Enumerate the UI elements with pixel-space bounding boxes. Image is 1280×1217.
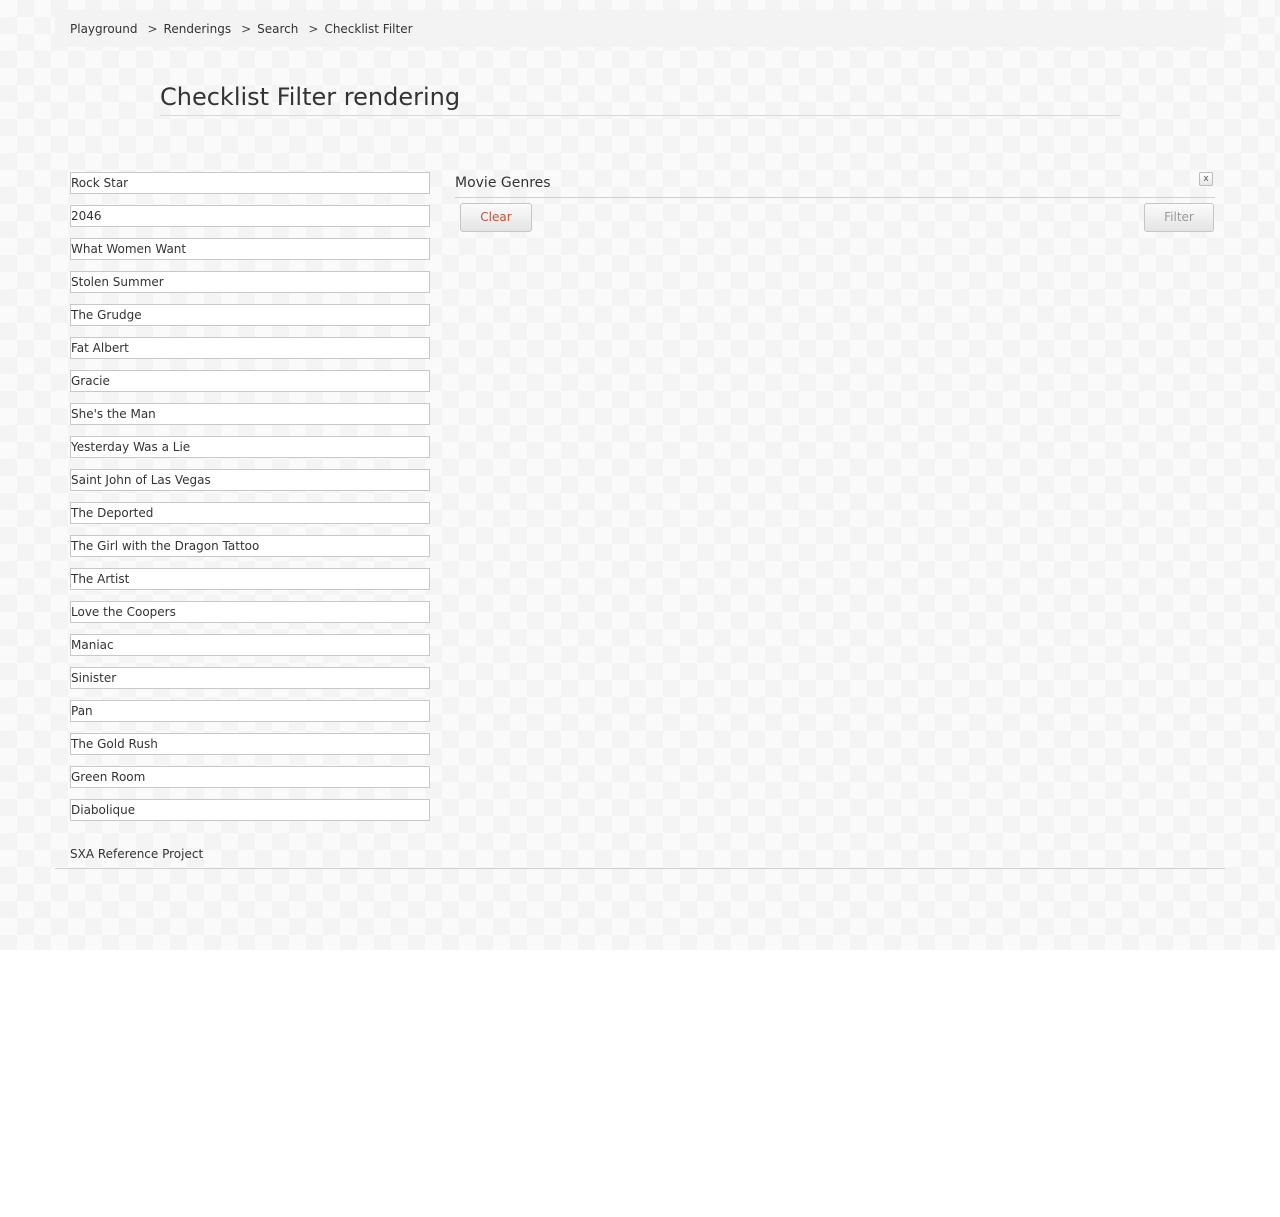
breadcrumb-separator: > — [147, 21, 158, 36]
filter-button[interactable]: Filter — [1144, 203, 1214, 232]
close-icon[interactable]: x — [1199, 172, 1213, 186]
breadcrumb-link-renderings[interactable]: Renderings — [164, 22, 232, 36]
clear-button[interactable]: Clear — [460, 203, 532, 232]
filter-title: Movie Genres — [455, 175, 551, 191]
list-item[interactable]: Stolen Summer — [70, 271, 430, 293]
list-item[interactable]: Pan — [70, 700, 430, 722]
breadcrumb-link-search[interactable]: Search — [257, 22, 298, 36]
list-item[interactable]: Fat Albert — [70, 337, 430, 359]
list-item[interactable]: Sinister — [70, 667, 430, 689]
movie-list: Rock Star 2046 What Women Want Stolen Summe… — [70, 172, 430, 832]
list-item[interactable]: Maniac — [70, 634, 430, 656]
list-item[interactable]: Rock Star — [70, 172, 430, 194]
list-item[interactable]: She's the Man — [70, 403, 430, 425]
breadcrumb-separator: > — [308, 21, 319, 36]
footer: SXA Reference Project — [55, 840, 1225, 869]
list-item[interactable]: Green Room — [70, 766, 430, 788]
list-item[interactable]: The Grudge — [70, 304, 430, 326]
checklist-filter-panel: Movie Genres x Clear Filter — [455, 170, 1215, 232]
page-title: Checklist Filter rendering — [160, 80, 1120, 116]
list-item[interactable]: The Deported — [70, 502, 430, 524]
breadcrumb-separator: > — [241, 21, 252, 36]
list-item[interactable]: The Gold Rush — [70, 733, 430, 755]
list-item[interactable]: 2046 — [70, 205, 430, 227]
breadcrumb-link-playground[interactable]: Playground — [70, 22, 137, 36]
footer-text: SXA Reference Project — [70, 847, 204, 861]
list-item[interactable]: Yesterday Was a Lie — [70, 436, 430, 458]
list-item[interactable]: Diabolique — [70, 799, 430, 821]
filter-header: Movie Genres x — [455, 170, 1215, 198]
list-item[interactable]: Gracie — [70, 370, 430, 392]
list-item[interactable]: Love the Coopers — [70, 601, 430, 623]
list-item[interactable]: The Girl with the Dragon Tattoo — [70, 535, 430, 557]
breadcrumb: Playground > Renderings > Search > Check… — [55, 10, 1225, 47]
breadcrumb-current: Checklist Filter — [324, 21, 413, 36]
list-item[interactable]: What Women Want — [70, 238, 430, 260]
list-item[interactable]: Saint John of Las Vegas — [70, 469, 430, 491]
list-item[interactable]: The Artist — [70, 568, 430, 590]
